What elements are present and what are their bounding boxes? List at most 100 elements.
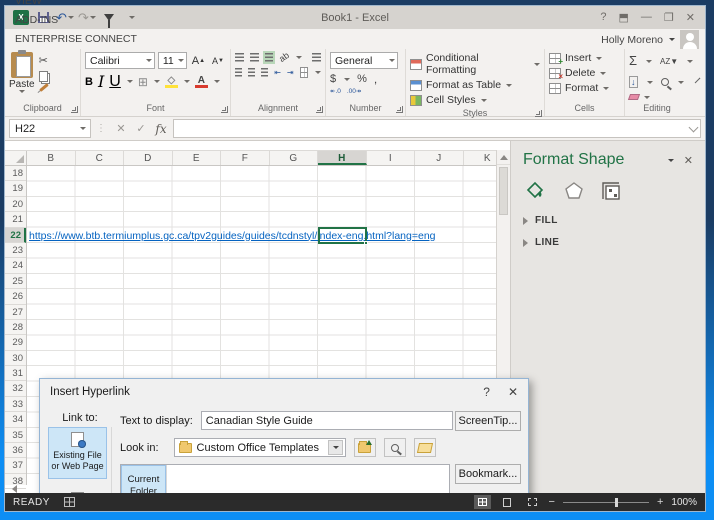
- row-header[interactable]: 23: [5, 243, 26, 259]
- insert-cells-button[interactable]: + Insert: [549, 52, 620, 65]
- row-header[interactable]: 34: [5, 412, 26, 428]
- file-list-box[interactable]: Current FolderBrowsed PagesRecent Files: [120, 464, 450, 493]
- chevron-down-icon[interactable]: [327, 440, 343, 455]
- fill-line-icon[interactable]: [525, 181, 547, 201]
- row-header[interactable]: 30: [5, 351, 26, 367]
- bold-button[interactable]: B: [85, 76, 93, 88]
- link-to-option[interactable]: Place in This Document: [48, 488, 107, 493]
- autosum-button[interactable]: Σ: [629, 52, 637, 70]
- user-name[interactable]: Holly Moreno: [601, 34, 663, 46]
- bookmark-button[interactable]: Bookmark...: [455, 464, 521, 484]
- dialog-help-button[interactable]: ?: [483, 385, 490, 399]
- row-header[interactable]: 35: [5, 428, 26, 444]
- scroll-up-button[interactable]: [497, 150, 510, 165]
- effects-icon[interactable]: [564, 181, 584, 201]
- find-select-button[interactable]: [660, 73, 669, 91]
- file-list-empty[interactable]: [167, 465, 449, 493]
- increase-indent-button[interactable]: ⇥: [287, 68, 294, 77]
- comma-style-button[interactable]: ,: [374, 72, 377, 86]
- select-all-button[interactable]: [5, 151, 27, 165]
- insert-function-button[interactable]: fx: [151, 122, 171, 136]
- shrink-font-button[interactable]: A ▼: [210, 52, 226, 69]
- delete-cells-button[interactable]: × Delete: [549, 67, 620, 80]
- row-header[interactable]: 25: [5, 274, 26, 290]
- row-header[interactable]: 20: [5, 197, 26, 213]
- row-header[interactable]: 27: [5, 305, 26, 320]
- conditional-formatting-button[interactable]: Conditional Formatting: [410, 52, 540, 76]
- font-size-combo[interactable]: 11: [157, 52, 187, 69]
- row-header[interactable]: 19: [5, 181, 26, 197]
- decrease-decimal-button[interactable]: .00↠: [347, 88, 362, 96]
- dialog-close-button[interactable]: ✕: [508, 385, 518, 399]
- format-as-table-button[interactable]: Format as Table: [410, 79, 540, 91]
- styles-dialog-launcher[interactable]: [535, 110, 542, 117]
- help-button[interactable]: ?: [600, 11, 606, 24]
- font-name-combo[interactable]: Calibri: [85, 52, 155, 69]
- row-header[interactable]: 22: [5, 227, 26, 243]
- collapse-ribbon-button[interactable]: [694, 77, 701, 84]
- row-header[interactable]: 36: [5, 443, 26, 459]
- row-header[interactable]: 29: [5, 335, 26, 351]
- orientation-button[interactable]: ab: [277, 50, 291, 64]
- column-header[interactable]: H: [318, 151, 367, 165]
- fill-color-button[interactable]: ◇: [164, 75, 178, 88]
- column-header[interactable]: J: [415, 151, 464, 165]
- scrollbar-thumb[interactable]: [499, 167, 508, 215]
- ribbon-tab[interactable]: VIEW: [5, 0, 147, 11]
- row-header[interactable]: 33: [5, 397, 26, 413]
- copy-button[interactable]: [38, 71, 48, 82]
- text-to-display-input[interactable]: Canadian Style Guide: [200, 411, 453, 430]
- italic-button[interactable]: I: [98, 72, 104, 91]
- underline-button[interactable]: U: [109, 73, 121, 91]
- align-left-button[interactable]: [235, 68, 243, 77]
- column-header[interactable]: C: [76, 151, 124, 165]
- column-header[interactable]: G: [270, 151, 318, 165]
- row-header[interactable]: 24: [5, 258, 26, 274]
- fill-handle[interactable]: [364, 240, 368, 245]
- decrease-indent-button[interactable]: ⇤: [274, 68, 281, 77]
- row-header[interactable]: 37: [5, 458, 26, 474]
- avatar[interactable]: [680, 30, 699, 49]
- sheet-tab-scroll-left-icon[interactable]: [12, 485, 17, 493]
- ribbon-display-options-button[interactable]: ⬒: [619, 11, 629, 24]
- align-top-button[interactable]: [235, 52, 244, 62]
- number-format-combo[interactable]: General: [330, 52, 398, 69]
- sort-filter-button[interactable]: AZ▼: [660, 57, 678, 66]
- fill-button[interactable]: ↓: [629, 76, 638, 88]
- zoom-level[interactable]: 100%: [671, 497, 697, 508]
- column-header[interactable]: D: [124, 151, 173, 165]
- panel-section[interactable]: FILL: [523, 215, 693, 226]
- row-header[interactable]: 32: [5, 381, 26, 397]
- column-header[interactable]: E: [173, 151, 221, 165]
- format-painter-button[interactable]: [38, 83, 49, 92]
- merge-center-button[interactable]: [299, 67, 309, 78]
- alignment-dialog-launcher[interactable]: [316, 106, 323, 113]
- row-header[interactable]: 28: [5, 320, 26, 336]
- expand-formula-bar-button[interactable]: [688, 122, 699, 133]
- account-area[interactable]: Holly Moreno: [601, 30, 699, 49]
- panel-section[interactable]: LINE: [523, 237, 693, 248]
- up-one-folder-button[interactable]: [353, 438, 376, 457]
- align-bottom-button[interactable]: [264, 52, 274, 62]
- screentip-button[interactable]: ScreenTip...: [455, 411, 521, 431]
- look-in-combo[interactable]: Custom Office Templates: [173, 438, 346, 457]
- align-middle-button[interactable]: [249, 52, 259, 62]
- cell-styles-button[interactable]: Cell Styles: [410, 94, 540, 106]
- row-header[interactable]: 21: [5, 212, 26, 228]
- panel-menu-button[interactable]: [667, 158, 674, 162]
- ribbon-tab[interactable]: ADD-INS: [5, 11, 147, 30]
- paste-button[interactable]: Paste: [9, 50, 35, 101]
- name-box[interactable]: H22: [9, 119, 91, 138]
- format-cells-button[interactable]: Format: [549, 82, 620, 94]
- number-dialog-launcher[interactable]: [396, 106, 403, 113]
- page-break-view-button[interactable]: [524, 495, 541, 509]
- zoom-slider[interactable]: [562, 497, 649, 507]
- close-button[interactable]: ✕: [686, 11, 695, 24]
- size-properties-icon[interactable]: [601, 181, 621, 201]
- zoom-slider-thumb[interactable]: [614, 497, 618, 507]
- browse-web-button[interactable]: [383, 438, 406, 457]
- cell-hyperlink[interactable]: https://www.btb.termiumplus.gc.ca/tpv2gu…: [29, 229, 436, 244]
- row-header[interactable]: 18: [5, 166, 26, 182]
- font-dialog-launcher[interactable]: [221, 106, 228, 113]
- macro-record-icon[interactable]: [63, 497, 75, 507]
